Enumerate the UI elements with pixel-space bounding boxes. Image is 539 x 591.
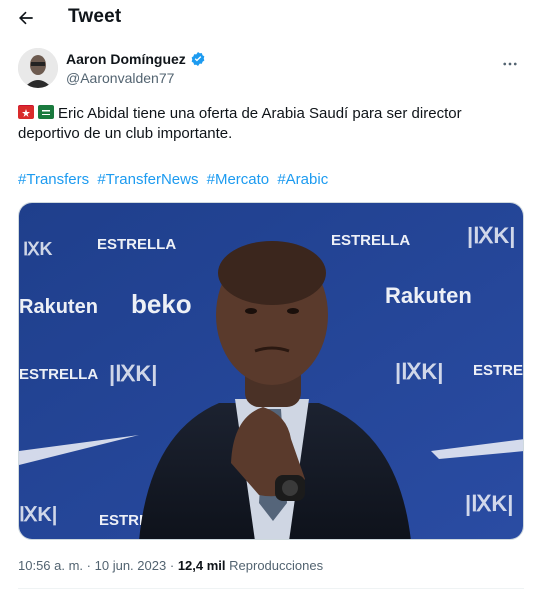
tweet-media-photo[interactable]: ⅨK ESTRELLA ESTRELLA |ⅨK| Rakuten beko R… bbox=[18, 202, 524, 540]
header: Tweet bbox=[0, 0, 539, 34]
svg-text:ⅨK|: ⅨK| bbox=[19, 504, 57, 526]
avatar[interactable] bbox=[18, 48, 58, 88]
tweet-meta: 10:56 a. m. · 10 jun. 2023 · 12,4 mil Re… bbox=[18, 558, 323, 573]
hashtag-link[interactable]: #Arabic bbox=[277, 171, 328, 188]
svg-text:|ⅨK|: |ⅨK| bbox=[467, 223, 515, 248]
tweet-author: Aaron Domínguez @Aaronvalden77 bbox=[18, 48, 528, 92]
backdrop-text: Rakuten bbox=[385, 283, 472, 308]
tweet-body: Eric Abidal tiene una oferta de Arabia S… bbox=[18, 105, 462, 142]
avatar-image bbox=[18, 48, 58, 88]
views-count: 12,4 mil bbox=[177, 558, 226, 573]
author-name-row: Aaron Domínguez bbox=[66, 51, 206, 67]
divider bbox=[18, 588, 524, 589]
photo-illustration: ⅨK ESTRELLA ESTRELLA |ⅨK| Rakuten beko R… bbox=[19, 203, 524, 539]
backdrop-text: Rakuten bbox=[19, 296, 98, 318]
backdrop-text: ESTRELLA bbox=[19, 366, 98, 383]
hashtag-link[interactable]: #TransferNews bbox=[97, 171, 198, 188]
svg-text:ⅨK: ⅨK bbox=[23, 239, 53, 259]
svg-text:|ⅨK|: |ⅨK| bbox=[395, 359, 443, 384]
more-options-button[interactable] bbox=[498, 52, 522, 76]
page-title: Tweet bbox=[68, 6, 122, 27]
back-button[interactable] bbox=[12, 4, 40, 32]
svg-text:|ⅨK|: |ⅨK| bbox=[465, 491, 513, 516]
more-dots-icon bbox=[503, 62, 517, 66]
svg-text:|ⅨK|: |ⅨK| bbox=[109, 361, 157, 386]
backdrop-text: beko bbox=[131, 289, 192, 319]
backdrop-text: ESTRELLA bbox=[473, 362, 524, 379]
tweet-text: Eric Abidal tiene una oferta de Arabia S… bbox=[18, 104, 518, 144]
backdrop-text: ESTRELLA bbox=[97, 236, 176, 253]
hashtags: #Transfers #TransferNews #Mercato #Arabi… bbox=[18, 170, 332, 190]
meta-separator: · bbox=[86, 558, 92, 573]
saudi-flag-emoji bbox=[38, 105, 54, 119]
red-flag-emoji bbox=[18, 105, 34, 119]
meta-separator: · bbox=[169, 558, 175, 573]
verified-badge-icon bbox=[191, 52, 205, 66]
hashtag-link[interactable]: #Transfers bbox=[18, 171, 89, 188]
arrow-left-icon bbox=[19, 11, 33, 25]
author-handle[interactable]: @Aaronvalden77 bbox=[66, 70, 174, 86]
author-name[interactable]: Aaron Domínguez bbox=[66, 51, 186, 67]
views-label: Reproducciones bbox=[229, 558, 324, 573]
tweet-date[interactable]: 10 jun. 2023 bbox=[95, 558, 167, 573]
tweet-time[interactable]: 10:56 a. m. bbox=[18, 558, 83, 573]
backdrop-text: ESTRELLA bbox=[331, 232, 410, 249]
hashtag-link[interactable]: #Mercato bbox=[207, 171, 270, 188]
